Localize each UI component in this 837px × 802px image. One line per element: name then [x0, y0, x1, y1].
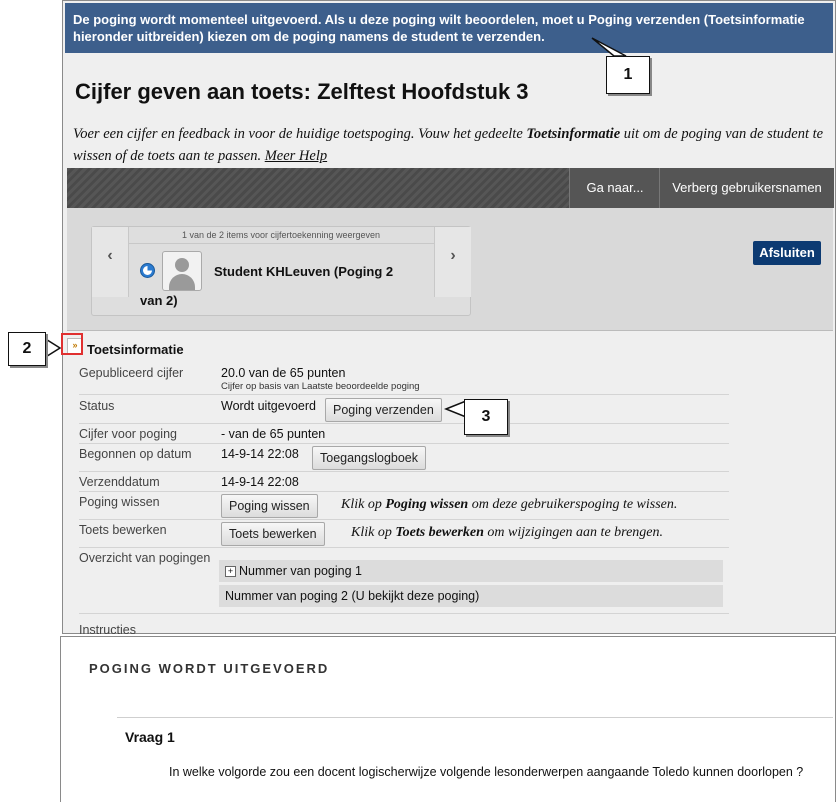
attempts-overview-label: Overzicht van pogingen: [79, 551, 211, 565]
edit-test-button[interactable]: Toets bewerken: [221, 522, 325, 546]
attempt-grade-value: - van de 65 punten: [221, 427, 326, 441]
published-grade-label: Gepubliceerd cijfer: [79, 366, 184, 380]
callout-3: 3: [464, 399, 508, 435]
instructions-label: Instructies: [79, 623, 136, 637]
row-divider: [79, 519, 729, 520]
callout-1: 1: [606, 56, 650, 94]
section-title-toetsinformatie: Toetsinformatie: [87, 342, 184, 357]
question-text: In welke volgorde zou een docent logisch…: [169, 765, 804, 779]
item-count: 1 van de 2 items voor cijfertoekenning w…: [128, 227, 434, 244]
row-divider: [79, 394, 729, 395]
hint-text: om wijzigingen aan te brengen.: [483, 525, 664, 540]
edit-test-label: Toets bewerken: [79, 523, 167, 537]
question-title: Vraag 1: [125, 729, 175, 745]
page-title: Cijfer geven aan toets: Zelftest Hoofdst…: [75, 79, 529, 104]
hide-usernames-button[interactable]: Verberg gebruikersnamen: [659, 168, 834, 208]
intro-text: Voer een cijfer en feedback in voor de h…: [73, 123, 831, 167]
collapse-section-icon[interactable]: »: [67, 338, 83, 354]
status-label: Status: [79, 399, 115, 413]
attempt-1-label: Nummer van poging 1: [239, 564, 362, 578]
row-divider: [79, 443, 729, 444]
status-value: Wordt uitgevoerd: [221, 399, 316, 413]
clear-attempt-label: Poging wissen: [79, 495, 160, 509]
attempt-navigator: ‹ 1 van de 2 items voor cijfertoekenning…: [91, 226, 471, 316]
clear-attempt-hint: Klik op Poging wissen om deze gebruikers…: [341, 497, 677, 513]
clear-attempt-button[interactable]: Poging wissen: [221, 494, 318, 518]
access-log-button[interactable]: Toegangslogboek: [312, 446, 426, 470]
attempt-grade-label: Cijfer voor poging: [79, 427, 177, 441]
attempt-1-row[interactable]: + Nummer van poging 1: [219, 560, 723, 582]
in-progress-clock-icon: [140, 263, 155, 278]
attempt-panel: POGING WORDT UITGEVOERD Vraag 1 In welke…: [60, 636, 836, 802]
hint-emphasis: Poging wissen: [385, 497, 469, 512]
hint-emphasis: Toets bewerken: [395, 525, 484, 540]
next-attempt-button[interactable]: ›: [434, 227, 471, 297]
goto-button[interactable]: Ga naar...: [569, 168, 660, 208]
edit-test-hint: Klik op Toets bewerken om wijzigingen aa…: [351, 525, 663, 541]
hint-text: Klik op: [351, 525, 396, 540]
callout-2: 2: [8, 332, 46, 366]
started-date-label: Begonnen op datum: [79, 447, 192, 461]
question-divider: [117, 717, 833, 718]
row-divider: [79, 423, 729, 424]
more-help-link[interactable]: Meer Help: [265, 148, 327, 164]
avatar-body: [169, 274, 195, 290]
intro-text-part: Voer een cijfer en feedback in voor de h…: [73, 126, 527, 142]
action-toolbar: Ga naar... Verberg gebruikersnamen: [67, 168, 834, 208]
student-name: Student KHLeuven (Poging 2: [214, 264, 394, 279]
grading-panel: De poging wordt momenteel uitgevoerd. Al…: [62, 0, 836, 637]
hint-text: om deze gebruikerspoging te wissen.: [468, 497, 678, 512]
started-date-value: 14-9-14 22:08: [221, 447, 299, 461]
expand-plus-icon[interactable]: +: [225, 566, 236, 578]
status-banner: De poging wordt momenteel uitgevoerd. Al…: [65, 3, 833, 53]
row-divider: [79, 547, 729, 548]
student-navigation: ‹ 1 van de 2 items voor cijfertoekenning…: [67, 208, 833, 331]
avatar-head: [175, 258, 189, 272]
published-grade-value: 20.0 van de 65 punten: [221, 366, 346, 380]
student-attempt-count: van 2): [140, 293, 178, 308]
hint-text: Klik op: [341, 497, 386, 512]
published-grade-note: Cijfer op basis van Laatste beoordeelde …: [221, 381, 420, 392]
submitted-date-value: 14-9-14 22:08: [221, 475, 299, 489]
row-divider: [79, 613, 729, 614]
submit-attempt-button[interactable]: Poging verzenden: [325, 398, 442, 422]
intro-emphasis: Toetsinformatie: [526, 126, 621, 142]
submitted-date-label: Verzenddatum: [79, 475, 160, 489]
row-divider: [79, 471, 729, 472]
close-button[interactable]: Afsluiten: [753, 241, 821, 265]
callout-2-arrow: [43, 336, 62, 360]
row-divider: [79, 491, 729, 492]
attempt-2-row[interactable]: Nummer van poging 2 (U bekijkt deze pogi…: [219, 585, 723, 607]
avatar: [162, 251, 202, 291]
attempt-status-heading: POGING WORDT UITGEVOERD: [89, 661, 330, 676]
previous-attempt-button[interactable]: ‹: [92, 227, 129, 297]
